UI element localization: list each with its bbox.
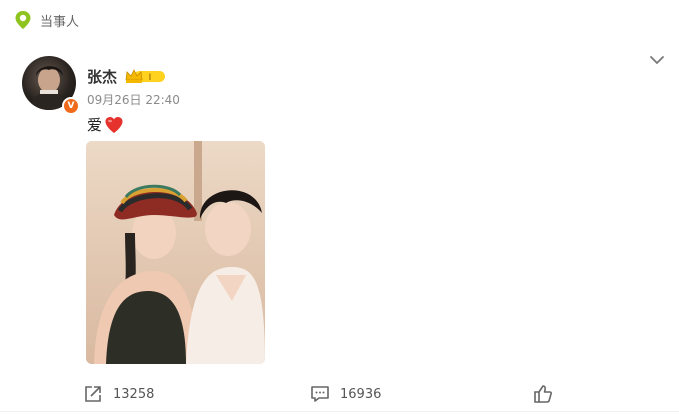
share-button[interactable]: 13258 (83, 384, 154, 404)
fade-overlay (549, 380, 679, 414)
chevron-down-icon[interactable] (649, 52, 665, 68)
post-tag[interactable]: 当事人 (14, 9, 79, 31)
post-timestamp[interactable]: 09月26日 22:40 (87, 91, 180, 108)
share-icon (85, 386, 101, 402)
author-name[interactable]: 张杰 (87, 66, 117, 87)
divider (0, 411, 679, 412)
heart-icon (104, 116, 124, 134)
comment-button[interactable]: 16936 (310, 384, 381, 404)
verified-badge: V (62, 97, 80, 115)
comment-count: 16936 (340, 386, 382, 402)
share-count: 13258 (113, 386, 155, 402)
post-text-content: 爱 (87, 116, 103, 134)
post-text: 爱 (87, 114, 124, 135)
comment-icon (311, 386, 329, 402)
post-photo[interactable] (86, 141, 265, 364)
tag-label: 当事人 (40, 14, 80, 30)
crown-badge-icon[interactable]: I (124, 68, 166, 84)
svg-text:I: I (149, 73, 152, 83)
location-pin-icon (14, 10, 32, 30)
